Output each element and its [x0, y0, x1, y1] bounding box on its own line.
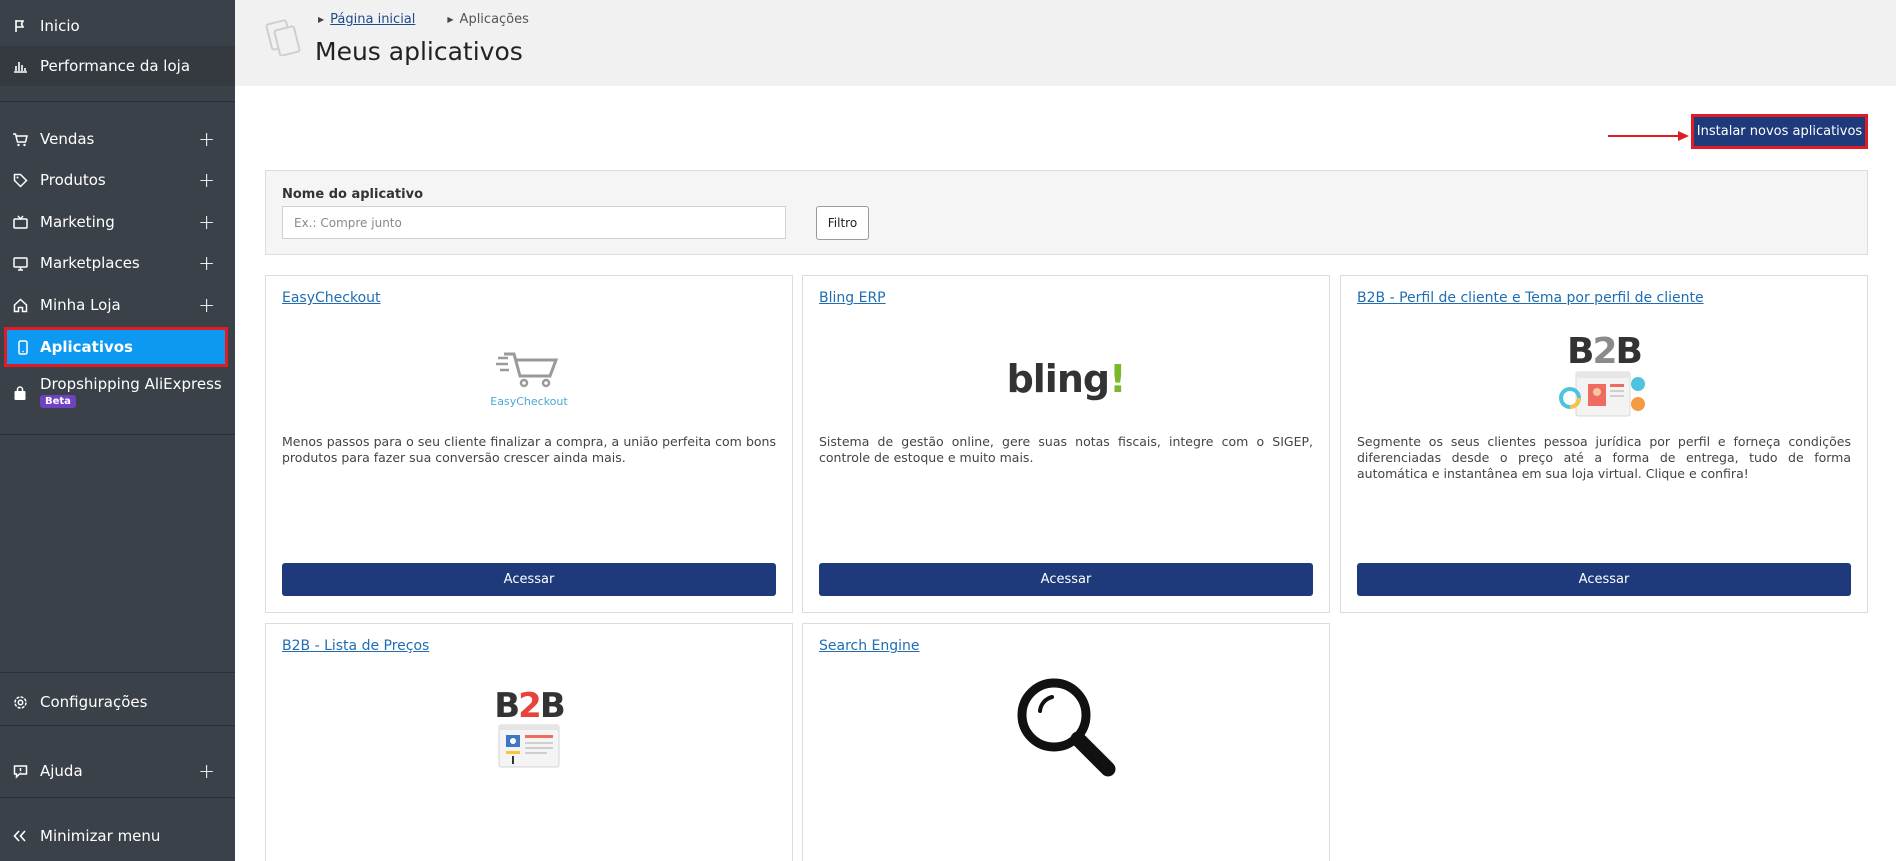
- sidebar-item-minha-loja[interactable]: Minha Loja +: [0, 285, 235, 325]
- sidebar-item-label: Inicio: [40, 17, 80, 35]
- sidebar-item-vendas[interactable]: Vendas +: [0, 119, 235, 159]
- expand-icon[interactable]: +: [198, 253, 215, 273]
- app-logo: bling!: [803, 334, 1329, 424]
- help-icon: [12, 763, 28, 779]
- sidebar-divider: [0, 797, 235, 798]
- flag-icon: [12, 18, 28, 34]
- app-description: Sistema de gestão online, gere suas nota…: [819, 434, 1313, 465]
- app-title-link[interactable]: Bling ERP: [819, 290, 886, 306]
- expand-icon[interactable]: +: [198, 761, 215, 781]
- breadcrumb-current: Aplicações: [459, 12, 529, 27]
- bar-chart-icon: [12, 58, 28, 74]
- magnifier-icon: [1014, 675, 1118, 783]
- filter-label: Nome do aplicativo: [282, 187, 424, 202]
- arrow-right-icon: [1608, 127, 1690, 146]
- access-button[interactable]: Acessar: [1357, 563, 1851, 596]
- sidebar-item-label: Dropshipping AliExpress: [40, 375, 222, 393]
- app-card-search-engine: Search Engine: [802, 623, 1330, 861]
- sidebar-item-produtos[interactable]: Produtos +: [0, 160, 235, 200]
- app-card-b2b-lista-precos: B2B - Lista de Preços B2B: [265, 623, 793, 861]
- profile-illustration-icon: [1558, 370, 1650, 424]
- app-title-link[interactable]: Search Engine: [819, 638, 920, 654]
- app-card-bling-erp: Bling ERP bling! Sistema de gestão onlin…: [802, 275, 1330, 613]
- tv-icon: [12, 214, 28, 230]
- sidebar-item-dropshipping[interactable]: Dropshipping AliExpress: [0, 371, 235, 411]
- sidebar-item-label: Performance da loja: [40, 57, 191, 75]
- caret-right-icon: ▶: [447, 15, 454, 24]
- b2b-wordmark: B2B: [1567, 331, 1643, 372]
- sidebar-item-label: Aplicativos: [40, 338, 133, 356]
- app-logo: B2B: [266, 686, 792, 776]
- b2b-logo-text: B2B: [494, 686, 566, 726]
- easycheckout-wordmark: EasyCheckout: [490, 395, 568, 408]
- sidebar-item-label: Minimizar menu: [40, 827, 161, 845]
- expand-icon[interactable]: +: [198, 295, 215, 315]
- filter-panel: Nome do aplicativo Filtro: [265, 170, 1868, 255]
- sidebar-divider: [0, 672, 235, 673]
- sidebar-divider: [0, 725, 235, 726]
- sidebar-divider: [0, 101, 235, 102]
- sidebar-divider: [0, 434, 235, 435]
- app-logo: EasyCheckout: [266, 334, 792, 424]
- app-title-link[interactable]: B2B - Perfil de cliente e Tema por perfi…: [1357, 290, 1704, 306]
- caret-right-icon: ▶: [318, 15, 325, 24]
- app-card-easycheckout: EasyCheckout EasyCheckout Menos passos p…: [265, 275, 793, 613]
- app-card-b2b-perfil: B2B - Perfil de cliente e Tema por perfi…: [1340, 275, 1868, 613]
- access-button[interactable]: Acessar: [819, 563, 1313, 596]
- gear-icon: [12, 694, 28, 710]
- app-root: Inicio Performance da loja Vendas + Prod…: [0, 0, 1896, 861]
- bag-icon: [12, 385, 28, 401]
- sidebar-item-marketing[interactable]: Marketing +: [0, 202, 235, 242]
- minimize-menu-button[interactable]: Minimizar menu: [0, 816, 235, 856]
- sidebar-item-ajuda[interactable]: Ajuda +: [0, 751, 235, 791]
- expand-icon[interactable]: +: [198, 129, 215, 149]
- breadcrumb: ▶ Página inicial ▶ Aplicações: [318, 12, 529, 27]
- cart-speed-icon: [496, 350, 562, 394]
- beta-badge: Beta: [40, 395, 76, 408]
- page-title: Meus aplicativos: [315, 37, 523, 66]
- sidebar-item-label: Marketplaces: [40, 254, 140, 272]
- app-logo: B2B: [1341, 334, 1867, 424]
- price-list-illustration-icon: [498, 723, 560, 773]
- cart-icon: [12, 131, 28, 147]
- sidebar-item-label: Produtos: [40, 171, 106, 189]
- double-chevron-left-icon: [12, 828, 28, 844]
- monitor-icon: [12, 255, 28, 271]
- app-description: Menos passos para o seu cliente finaliza…: [282, 434, 776, 465]
- sidebar-item-label: Vendas: [40, 130, 95, 148]
- app-title-link[interactable]: EasyCheckout: [282, 290, 381, 306]
- sidebar-item-aplicativos[interactable]: Aplicativos: [4, 327, 228, 367]
- filter-button[interactable]: Filtro: [816, 206, 869, 240]
- phone-icon: [15, 339, 31, 355]
- b2b-wordmark: B2B: [494, 686, 566, 726]
- app-title-link[interactable]: B2B - Lista de Preços: [282, 638, 429, 654]
- app-name-input[interactable]: [282, 206, 786, 239]
- expand-icon[interactable]: +: [198, 170, 215, 190]
- sidebar-item-label: Ajuda: [40, 762, 83, 780]
- sidebar-item-label: Configurações: [40, 693, 148, 711]
- sidebar-item-marketplaces[interactable]: Marketplaces +: [0, 243, 235, 283]
- expand-icon[interactable]: +: [198, 212, 215, 232]
- tag-icon: [12, 172, 28, 188]
- home-icon: [12, 297, 28, 313]
- breadcrumb-link-home[interactable]: Página inicial: [330, 12, 415, 27]
- app-description: Segmente os seus clientes pessoa jurídic…: [1357, 434, 1851, 481]
- sidebar-item-performance[interactable]: Performance da loja: [0, 46, 235, 86]
- pages-icon: [265, 18, 301, 60]
- bling-wordmark: bling!: [1006, 357, 1127, 401]
- app-logo: [803, 674, 1329, 784]
- sidebar-item-inicio[interactable]: Inicio: [0, 6, 235, 46]
- install-new-apps-button[interactable]: Instalar novos aplicativos: [1691, 114, 1868, 149]
- sidebar-item-label: Minha Loja: [40, 296, 121, 314]
- access-button[interactable]: Acessar: [282, 563, 776, 596]
- sidebar: Inicio Performance da loja Vendas + Prod…: [0, 0, 235, 861]
- sidebar-item-configuracoes[interactable]: Configurações: [0, 682, 235, 722]
- sidebar-item-label: Marketing: [40, 213, 115, 231]
